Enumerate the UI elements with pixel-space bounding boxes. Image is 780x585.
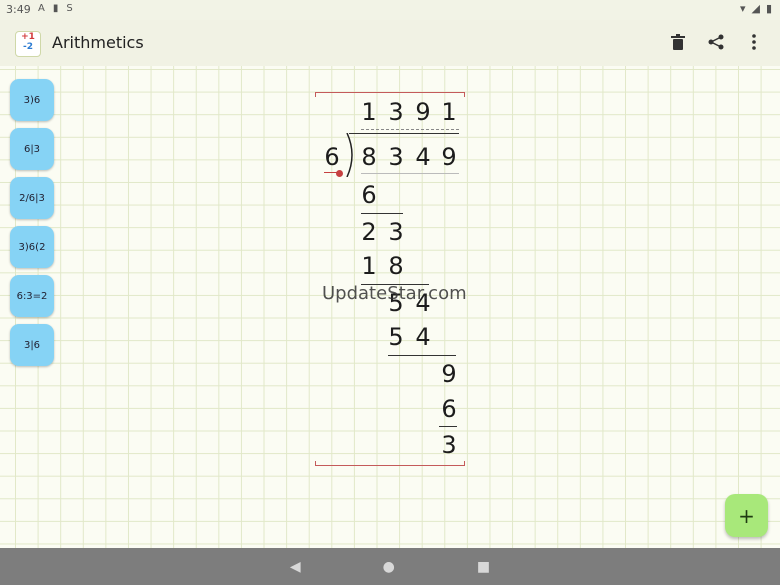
step-digit[interactable]: 9 [437,360,461,388]
battery-icon: ▮ [765,2,772,15]
recents-icon[interactable]: ■ [477,559,490,575]
quotient-digit[interactable]: 1 [357,98,381,126]
dividend-digit[interactable]: 3 [384,143,408,171]
tool-division-inline[interactable]: 6:3=2 [10,275,54,317]
step-digit[interactable]: 8 [384,252,408,280]
tool-label: 6|3 [23,143,41,155]
status-system-icons: ▾ ◢ ▮ [740,2,772,15]
dividend-underline [361,173,459,174]
step-digit[interactable]: 3 [384,218,408,246]
home-icon[interactable]: ● [383,559,395,575]
add-button[interactable]: + [725,494,768,537]
tool-long-division[interactable]: 3)6 [10,79,54,121]
step-digit[interactable]: 6 [357,181,381,209]
wifi-icon: ▾ [739,2,746,15]
more-options-button[interactable] [742,30,766,54]
division-bracket-icon [346,133,353,177]
step-digit[interactable]: 4 [411,323,435,351]
status-notification-icons: A ▮ S [38,3,73,14]
dividend-digit[interactable]: 4 [411,143,435,171]
tool-label: 3)6 [23,94,41,106]
dividend-digit[interactable]: 9 [437,143,461,171]
step-digit[interactable]: 3 [437,431,461,459]
dividend-digit[interactable]: 8 [357,143,381,171]
tool-label: 3)6(2 [18,241,46,253]
tool-table-division[interactable]: 3|6 [10,324,54,366]
notification-icon: ▮ [52,3,59,14]
quotient-digit[interactable]: 9 [411,98,435,126]
tool-label: 2/6|3 [19,192,45,204]
system-nav-bar: ◀ ● ■ [0,548,780,585]
subtraction-line [361,213,403,214]
quotient-guide [361,129,459,131]
app-actions [666,30,766,54]
tool-division-bracket[interactable]: 3)6(2 [10,226,54,268]
tool-fraction-stacked[interactable]: 2/6|3 [10,177,54,219]
trash-icon [671,34,685,50]
step-digit[interactable]: 2 [357,218,381,246]
division-sheet[interactable]: 1 3 9 1 6 8 3 4 9 6 2 3 1 8 5 4 5 4 9 6 … [315,92,465,466]
subtraction-line [388,355,456,356]
watermark-text: UpdateStar.com [322,283,467,304]
step-digit[interactable]: 6 [437,395,461,423]
app-logo-icon: +1 -2 [15,31,41,57]
back-icon[interactable]: ◀ [290,559,301,575]
more-vert-icon [752,34,756,50]
cursor-handle[interactable] [336,170,343,177]
share-icon [708,34,724,50]
status-time: 3:49 [6,3,31,16]
signal-icon: ◢ [751,2,760,15]
tool-label: 3|6 [23,339,41,351]
quotient-digit[interactable]: 3 [384,98,408,126]
tool-palette: 3)6 6|3 2/6|3 3)6(2 6:3=2 3|6 [10,79,54,366]
status-bar: 3:49 A ▮ S ▾ ◢ ▮ [0,0,780,20]
app-bar: +1 -2 Arithmetics [0,20,780,67]
division-bar [349,133,459,134]
tool-label: 6:3=2 [16,290,48,302]
divisor-digit[interactable]: 6 [320,143,344,171]
subtraction-line [439,426,457,427]
tool-fraction-divide[interactable]: 6|3 [10,128,54,170]
plus-icon: + [738,503,755,528]
delete-button[interactable] [666,30,690,54]
share-button[interactable] [704,30,728,54]
quotient-digit[interactable]: 1 [437,98,461,126]
notification-icon: A [38,3,45,14]
step-digit[interactable]: 5 [384,323,408,351]
step-digit[interactable]: 1 [357,252,381,280]
page-title: Arithmetics [52,33,144,52]
notification-icon: S [66,3,73,14]
